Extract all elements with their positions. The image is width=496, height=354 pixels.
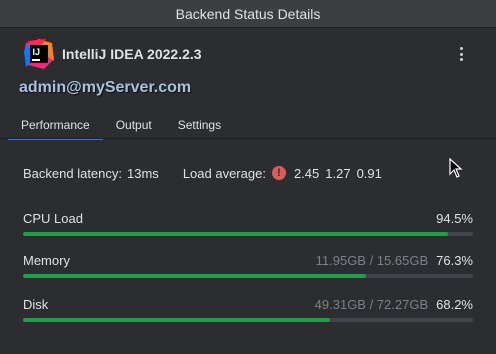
load-average-1min: 2.45 — [293, 165, 320, 181]
metric-detail: 49.31GB / 72.27GB — [314, 296, 429, 312]
metric-label: Disk — [23, 296, 49, 312]
load-average-label: Load average: — [182, 165, 266, 181]
tab-bar: Performance Output Settings — [8, 113, 234, 140]
product-header: IJ IntelliJ IDEA 2022.2.3 — [24, 38, 472, 70]
window-titlebar[interactable]: Backend Status Details — [0, 0, 496, 28]
progress-bar — [23, 232, 473, 236]
progress-bar-fill — [23, 232, 449, 236]
intellij-logo-icon: IJ — [24, 39, 54, 69]
progress-bar — [23, 318, 473, 322]
mouse-cursor-icon — [449, 158, 463, 178]
progress-bar — [23, 274, 473, 278]
metric-label: Memory — [23, 252, 70, 268]
tab-settings[interactable]: Settings — [165, 113, 234, 139]
window-title: Backend Status Details — [175, 5, 321, 22]
latency-value: 13ms — [127, 165, 159, 181]
latency-label: Backend latency: — [23, 165, 123, 181]
metric-cpu-load: CPU Load 94.5% — [23, 209, 473, 236]
tabs-divider — [0, 138, 496, 139]
tab-output[interactable]: Output — [103, 113, 165, 139]
load-average-15min: 0.91 — [356, 165, 382, 181]
error-circle-icon[interactable]: ! — [271, 166, 286, 180]
progress-bar-fill — [23, 274, 367, 278]
metric-memory: Memory 11.95GB / 15.65GB 76.3% — [23, 251, 473, 278]
more-vertical-icon[interactable] — [454, 44, 468, 64]
load-average-5min: 1.27 — [325, 165, 351, 181]
stats-row: Backend latency: 13ms Load average: ! 2.… — [23, 163, 388, 183]
product-name: IntelliJ IDEA 2022.2.3 — [62, 46, 202, 62]
progress-bar-fill — [23, 318, 330, 322]
metric-percent: 94.5% — [436, 210, 473, 226]
tab-performance[interactable]: Performance — [8, 113, 103, 140]
metric-percent: 76.3% — [436, 252, 473, 268]
logo-text: IJ — [33, 47, 41, 57]
server-name: admin@myServer.com — [19, 79, 192, 96]
metric-detail: 11.95GB / 15.65GB — [315, 252, 429, 268]
metric-label: CPU Load — [23, 210, 83, 226]
metric-disk: Disk 49.31GB / 72.27GB 68.2% — [23, 295, 473, 322]
metric-percent: 68.2% — [436, 296, 473, 312]
backend-status-window: Backend Status Details IJ IntelliJ IDEA … — [0, 0, 496, 354]
